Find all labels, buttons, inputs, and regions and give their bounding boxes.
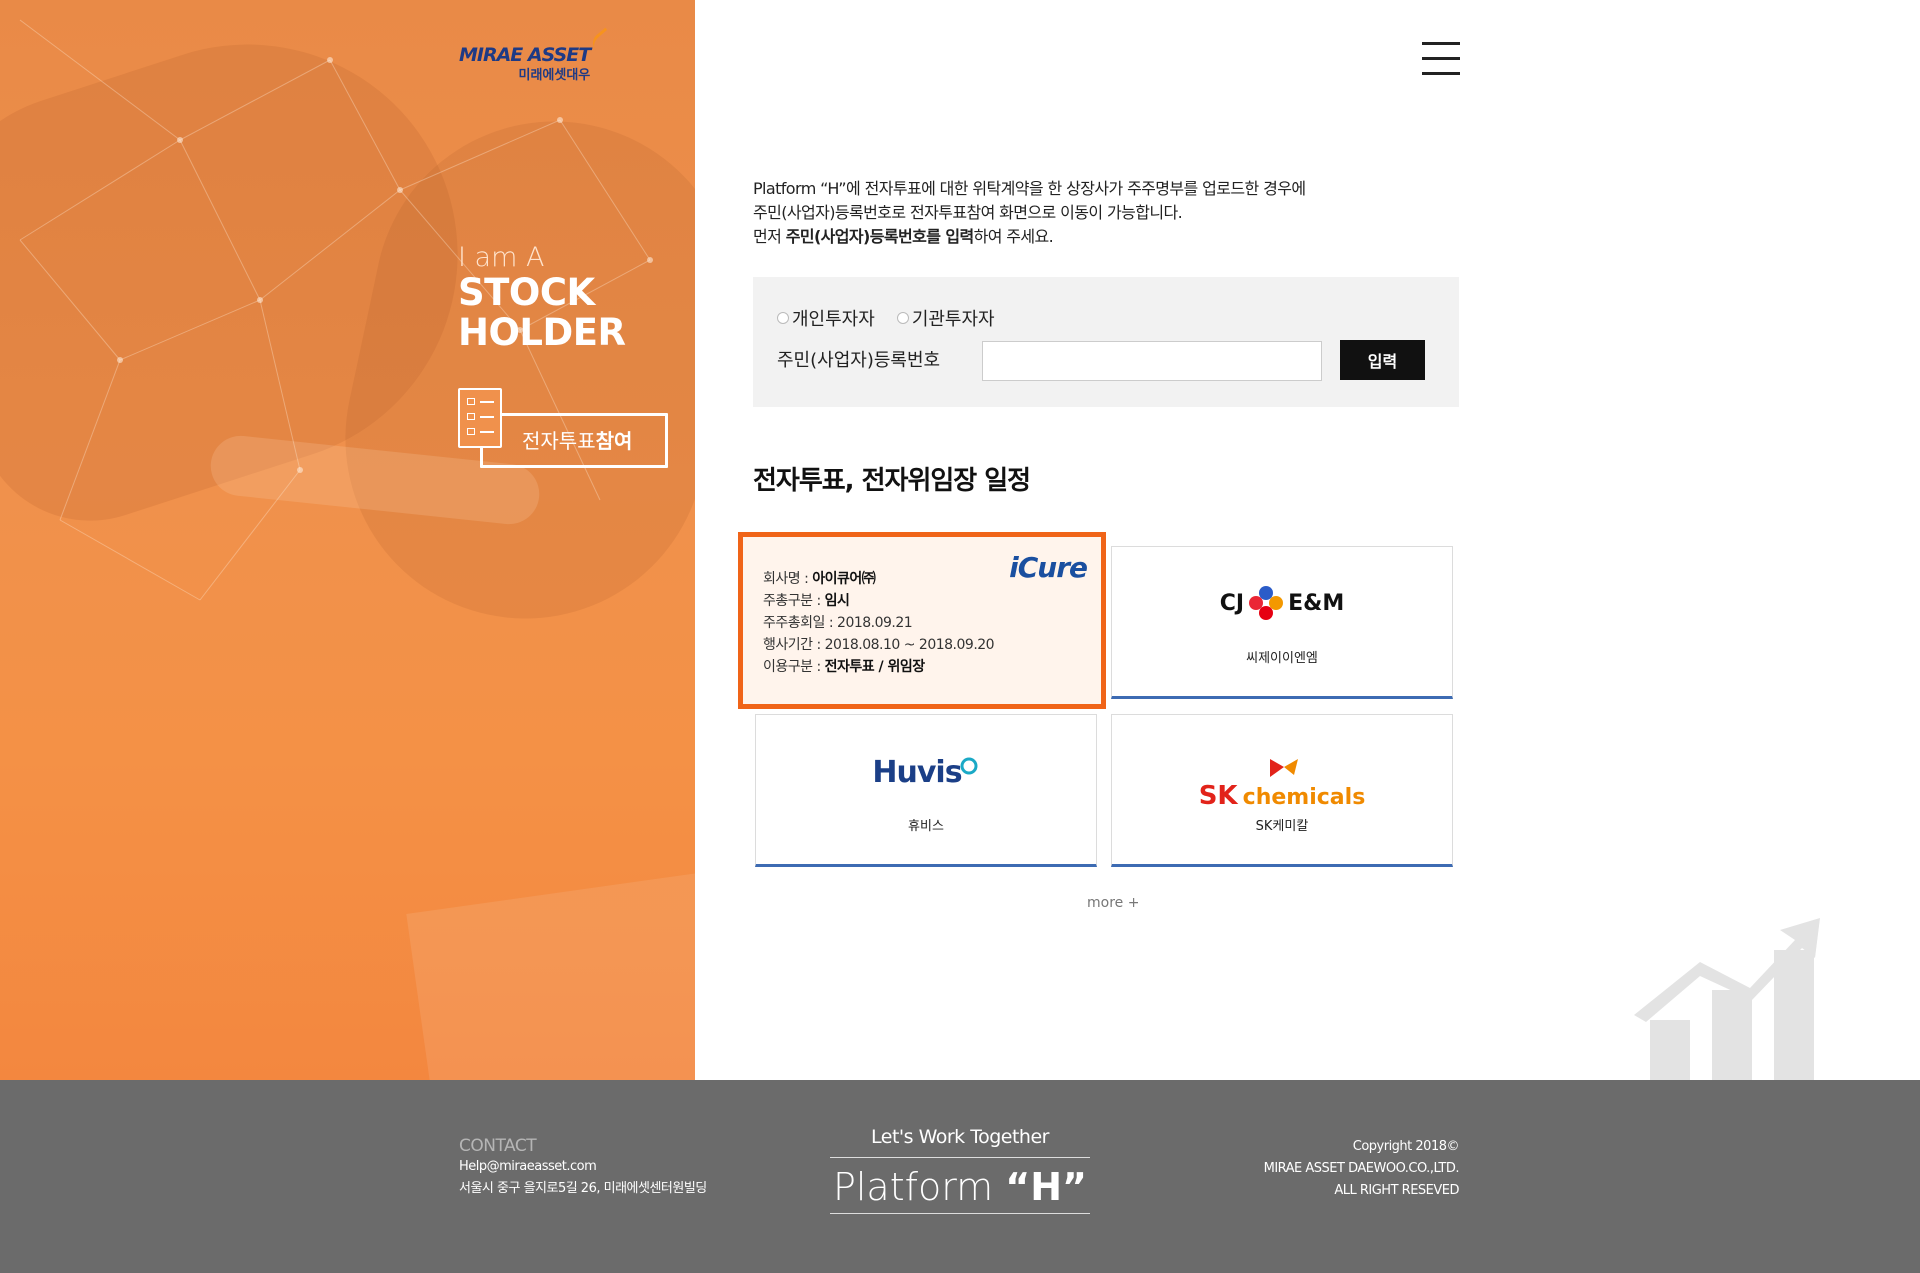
cj-logo-text-2: E&M xyxy=(1288,590,1345,616)
intro-line-2: 주민(사업자)등록번호로 전자투표참여 화면으로 이동이 가능합니다. xyxy=(753,203,1183,222)
contact-email[interactable]: Help@miraeasset.com xyxy=(459,1156,707,1178)
vote-button-label-normal: 전자투표 xyxy=(522,429,596,453)
hero-small-text: I am A xyxy=(458,242,545,273)
menu-icon[interactable] xyxy=(1422,42,1460,76)
detail-meeting-date: 주주총회일 : 2018.09.21 xyxy=(763,612,994,634)
id-entry-form: 개인투자자 기관투자자 주민(사업자)등록번호 입력 xyxy=(753,277,1459,407)
detail-period: 행사기간 : 2018.08.10 ~ 2018.09.20 xyxy=(763,634,995,656)
hero-heading: I am A STOCK HOLDER xyxy=(458,242,626,354)
schedule-card-featured[interactable]: iCure 회사명 : 아이큐어㈜ 주총구분 : 임시 주주총회일 : 2018… xyxy=(738,532,1106,709)
cj-logo: CJ E&M xyxy=(1112,585,1452,621)
detail-period-label: 행사기간 : xyxy=(763,637,825,653)
document-checklist-icon xyxy=(458,388,502,448)
detail-period-value: 2018.08.10 ~ 2018.09.20 xyxy=(824,637,995,653)
hero-big-line-2: HOLDER xyxy=(458,311,626,354)
radio-icon[interactable] xyxy=(777,312,789,324)
contact-address: 서울시 중구 을지로5길 26, 미래에셋센터원빌딩 xyxy=(459,1181,707,1196)
huvis-ring-icon xyxy=(960,757,978,775)
intro-line-3: 먼저 주민(사업자)등록번호를 입력하여 주세요. xyxy=(753,225,1305,249)
platform-prefix: Platform xyxy=(832,1165,1006,1209)
schedule-card-cj[interactable]: CJ E&M 씨제이이엔엠 xyxy=(1111,546,1453,699)
submit-button[interactable]: 입력 xyxy=(1340,340,1425,380)
vote-button-label-bold: 참여 xyxy=(595,429,633,453)
intro-text: Platform “H”에 전자투표에 대한 위탁계약을 한 상장사가 주주명부… xyxy=(753,177,1306,249)
sk-chemicals-logo: SK chemicals xyxy=(1112,755,1452,811)
footer-copyright: Copyright 2018© MIRAE ASSET DAEWOO.CO.,L… xyxy=(1263,1136,1460,1202)
huvis-logo-text: Huvis xyxy=(872,755,962,790)
footer-platform: Platform “H” xyxy=(830,1158,1090,1214)
footer-contact: CONTACT Help@miraeasset.com 서울시 중구 을지로5길… xyxy=(459,1136,707,1200)
huvis-company-name: 휴비스 xyxy=(908,819,944,834)
schedule-card-huvis[interactable]: Huvis 휴비스 xyxy=(755,714,1097,867)
cj-company-name: 씨제이이엔엠 xyxy=(1246,651,1318,666)
cj-petal-icon xyxy=(1249,586,1284,620)
detail-company: 회사명 : 아이큐어㈜ xyxy=(763,568,994,590)
radio-individual-label: 개인투자자 xyxy=(792,309,875,330)
footer-brand: Let's Work Together Platform “H” xyxy=(830,1126,1090,1214)
detail-company-value: 아이큐어㈜ xyxy=(812,571,876,587)
footer-tagline: Let's Work Together xyxy=(830,1126,1090,1158)
logo-text-en: MIRAE ASSET xyxy=(459,44,591,66)
detail-meeting-type-value: 임시 xyxy=(824,593,850,609)
vote-button-label: 전자투표참여 xyxy=(522,425,632,454)
radio-institution-label: 기관투자자 xyxy=(911,309,995,330)
more-link[interactable]: more + xyxy=(1087,895,1139,911)
sk-logo-text-2: chemicals xyxy=(1242,785,1366,810)
platform-quote: “H” xyxy=(1005,1165,1088,1209)
company-line: MIRAE ASSET DAEWOO.CO.,LTD. xyxy=(1263,1161,1460,1176)
schedule-title: 전자투표, 전자위임장 일정 xyxy=(753,466,1031,496)
investor-type-radios: 개인투자자 기관투자자 xyxy=(777,305,995,331)
id-number-input[interactable] xyxy=(982,341,1322,381)
detail-company-label: 회사명 : xyxy=(763,571,813,587)
intro-line-3-suffix: 하여 주세요. xyxy=(973,227,1054,246)
cj-logo-text: CJ xyxy=(1219,590,1245,616)
hero-panel xyxy=(0,0,695,1080)
icure-logo: iCure xyxy=(1009,551,1088,584)
detail-meeting-date-label: 주주총회일 : xyxy=(763,615,838,631)
detail-meeting-type: 주총구분 : 임시 xyxy=(763,590,994,612)
schedule-card-sk[interactable]: SK chemicals SK케미칼 xyxy=(1111,714,1453,867)
huvis-logo: Huvis xyxy=(756,755,1096,790)
detail-usage: 이용구분 : 전자투표 / 위임장 xyxy=(763,656,994,678)
e-vote-participate-button[interactable]: 전자투표참여 xyxy=(458,388,668,468)
intro-line-3-bold: 주민(사업자)등록번호를 입력 xyxy=(785,227,974,246)
intro-line-1: Platform “H”에 전자투표에 대한 위탁계약을 한 상장사가 주주명부… xyxy=(753,179,1306,198)
sk-logo-text: SK xyxy=(1198,781,1238,811)
rights-line: ALL RIGHT RESEVED xyxy=(1334,1183,1459,1198)
radio-icon[interactable] xyxy=(896,312,909,324)
network-lines-decoration xyxy=(19,19,653,601)
contact-heading: CONTACT xyxy=(459,1136,537,1156)
footer: CONTACT Help@miraeasset.com 서울시 중구 을지로5길… xyxy=(0,1080,1920,1273)
detail-usage-label: 이용구분 : xyxy=(763,659,825,675)
intro-line-3-prefix: 먼저 xyxy=(753,227,786,246)
sk-company-name: SK케미칼 xyxy=(1255,819,1309,834)
radio-institutional-investor[interactable]: 기관투자자 xyxy=(896,305,995,331)
logo-text-ko: 미래에셋대우 xyxy=(518,68,591,83)
brand-logo[interactable]: MIRAE ASSET 미래에셋대우 xyxy=(459,27,620,83)
detail-meeting-date-value: 2018.09.21 xyxy=(837,615,913,631)
copyright-line: Copyright 2018© xyxy=(1352,1139,1460,1154)
hero-big-line-1: STOCK xyxy=(458,271,595,314)
detail-meeting-type-label: 주총구분 : xyxy=(763,593,825,609)
radio-individual-investor[interactable]: 개인투자자 xyxy=(777,305,875,331)
featured-details: 회사명 : 아이큐어㈜ 주총구분 : 임시 주주총회일 : 2018.09.21… xyxy=(763,568,995,678)
detail-usage-value: 전자투표 / 위임장 xyxy=(824,659,926,675)
sk-butterfly-icon xyxy=(1270,759,1298,777)
growth-chart-icon xyxy=(1634,918,1820,1080)
id-number-label: 주민(사업자)등록번호 xyxy=(777,350,941,371)
